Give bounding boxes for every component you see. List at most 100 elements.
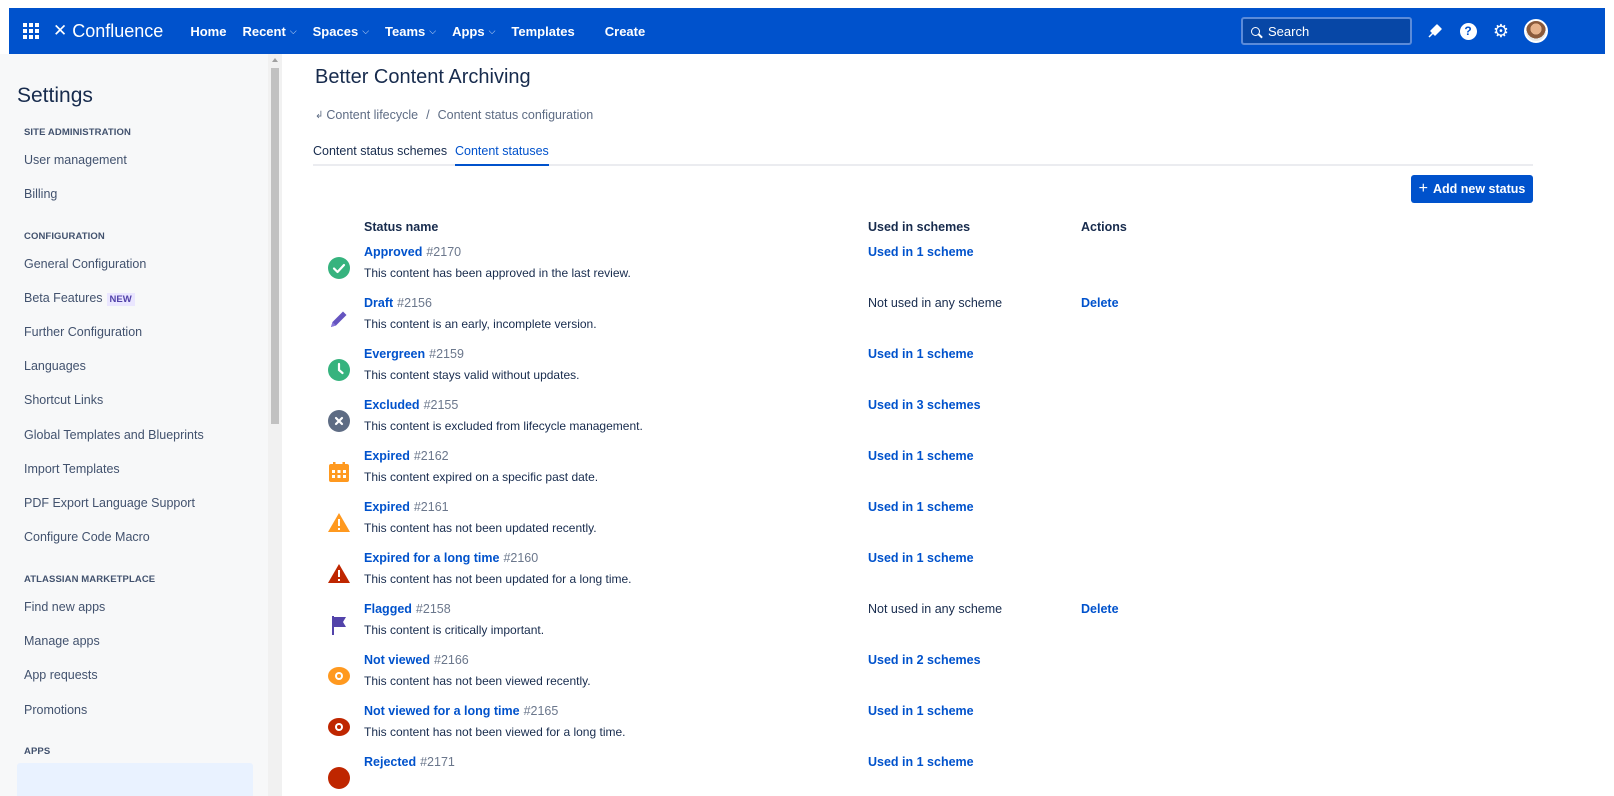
status-usage[interactable]: Used in 1 scheme (868, 755, 974, 769)
create-button[interactable]: Create (605, 24, 645, 39)
status-row: Expired for a long time #2160 This content… (312, 551, 1542, 602)
status-name-link[interactable]: Expired (364, 500, 410, 514)
status-description: This content is critically important. (364, 623, 545, 637)
nav-teams[interactable]: Teams ⌵ (385, 24, 436, 39)
notifications-icon[interactable] (1423, 19, 1447, 43)
status-name-link[interactable]: Not viewed for a long time (364, 704, 520, 718)
sidebar-item-pdf-export-language[interactable]: PDF Export Language Support (24, 496, 195, 510)
status-row: Not viewed #2166 This content has not been… (312, 653, 1542, 704)
status-row: Excluded #2155 This content is excluded fr… (312, 398, 1542, 449)
sidebar-item-user-management[interactable]: User management (24, 153, 127, 167)
primary-nav: Home Recent ⌵ Spaces ⌵ Teams ⌵ Apps ⌵ Templa… (190, 24, 661, 39)
status-description: This content has not been viewed recentl… (364, 674, 591, 688)
status-row: Expired #2162 This content expired on a sp… (312, 449, 1542, 500)
not-viewed-eye-icon (327, 664, 351, 688)
flag-icon (327, 613, 351, 637)
sidebar-item-general-configuration[interactable]: General Configuration (24, 257, 146, 271)
delete-status-button[interactable]: Delete (1081, 296, 1119, 310)
sidebar-item-selected[interactable] (17, 763, 253, 796)
status-description: This content is excluded from lifecycle … (364, 419, 643, 433)
status-description: This content has not been updated recent… (364, 521, 597, 535)
search-placeholder: Search (1268, 23, 1310, 39)
sidebar-item-languages[interactable]: Languages (24, 359, 86, 373)
sidebar-item-configure-code-macro[interactable]: Configure Code Macro (24, 530, 150, 544)
tab-content-status-schemes[interactable]: Content status schemes (313, 144, 447, 164)
breadcrumb-content-status-configuration[interactable]: Content status configuration (438, 108, 594, 122)
sidebar-item-find-new-apps[interactable]: Find new apps (24, 600, 105, 614)
sidebar-item-further-configuration[interactable]: Further Configuration (24, 325, 142, 339)
status-id: #2170 (426, 245, 462, 259)
sidebar-item-beta-features[interactable]: Beta Features NEW (24, 291, 135, 306)
approved-check-icon (327, 256, 351, 280)
sidebar-item-shortcut-links[interactable]: Shortcut Links (24, 393, 103, 407)
expired-warning-icon (327, 511, 351, 535)
status-name-link[interactable]: Draft (364, 296, 393, 310)
status-id: #2159 (429, 347, 464, 361)
status-usage[interactable]: Used in 1 scheme (868, 551, 974, 565)
status-row: Expired #2161 This content has not been up… (312, 500, 1542, 551)
status-id: #2156 (397, 296, 432, 310)
confluence-logo[interactable]: ✕ Confluence (53, 21, 163, 42)
section-apps: APPS (24, 746, 51, 757)
nav-recent[interactable]: Recent ⌵ (242, 24, 296, 39)
status-name-link[interactable]: Not viewed (364, 653, 430, 667)
add-new-status-label: Add new status (1432, 182, 1526, 196)
breadcrumb-separator: / (426, 108, 430, 122)
status-usage[interactable]: Used in 3 schemes (868, 398, 981, 412)
status-usage[interactable]: Used in 2 schemes (868, 653, 981, 667)
status-name-link[interactable]: Excluded (364, 398, 420, 412)
status-name: Not viewed for a long time #2165 (364, 704, 558, 718)
column-header-status-name: Status name (364, 220, 439, 234)
delete-status-button[interactable]: Delete (1081, 602, 1119, 616)
avatar[interactable] (1524, 19, 1548, 43)
section-site-administration: SITE ADMINISTRATION (24, 127, 131, 138)
status-usage[interactable]: Used in 1 scheme (868, 245, 974, 259)
not-viewed-long-eye-icon (327, 715, 351, 739)
sidebar-item-app-requests[interactable]: App requests (24, 668, 98, 682)
breadcrumb-content-lifecycle[interactable]: Content lifecycle (326, 108, 418, 122)
tab-bar: Content status schemes Content statuses (313, 144, 1533, 166)
search-input[interactable]: Search (1241, 17, 1412, 45)
sidebar-item-manage-apps[interactable]: Manage apps (24, 634, 100, 648)
help-button[interactable]: ? (1456, 19, 1480, 43)
status-name-link[interactable]: Rejected (364, 755, 416, 769)
settings-button[interactable]: ⚙ (1489, 19, 1513, 43)
status-usage[interactable]: Used in 1 scheme (868, 449, 974, 463)
nav-home[interactable]: Home (190, 24, 226, 39)
status-usage[interactable]: Used in 1 scheme (868, 347, 974, 361)
status-description: This content is an early, incomplete ver… (364, 317, 597, 331)
status-description: This content expired on a specific past … (364, 470, 599, 484)
logo-text: Confluence (72, 20, 164, 41)
status-name: Expired #2161 (364, 500, 449, 514)
status-row: Rejected #2171 Used in 1 scheme (312, 755, 1542, 796)
sidebar-item-promotions[interactable]: Promotions (24, 703, 87, 717)
settings-sidebar: Settings SITE ADMINISTRATION User manage… (0, 54, 268, 796)
status-name-link[interactable]: Evergreen (364, 347, 425, 361)
sidebar-scrollbar[interactable] (268, 54, 282, 796)
chevron-down-icon: ⌵ (429, 25, 437, 36)
scrollbar-thumb[interactable] (271, 68, 279, 424)
status-name-link[interactable]: Expired (364, 449, 410, 463)
add-new-status-button[interactable]: + Add new status (1411, 175, 1533, 203)
status-name: Evergreen #2159 (364, 347, 464, 361)
search-icon (1251, 26, 1260, 36)
draft-pencil-icon (327, 307, 351, 331)
nav-templates[interactable]: Templates (511, 24, 574, 39)
sidebar-item-global-templates[interactable]: Global Templates and Blueprints (24, 428, 204, 442)
sidebar-item-billing[interactable]: Billing (24, 187, 57, 201)
breadcrumb: ↲ Content lifecycle / Content status con… (315, 108, 593, 122)
status-usage[interactable]: Used in 1 scheme (868, 704, 974, 718)
status-name-link[interactable]: Expired for a long time (364, 551, 499, 565)
sidebar-item-import-templates[interactable]: Import Templates (24, 462, 120, 476)
nav-spaces[interactable]: Spaces ⌵ (313, 24, 369, 39)
status-usage[interactable]: Used in 1 scheme (868, 500, 974, 514)
tab-content-statuses[interactable]: Content statuses (455, 144, 549, 166)
app-switcher-icon[interactable] (23, 23, 39, 39)
status-name-link[interactable]: Approved (364, 245, 422, 259)
status-name: Rejected #2171 (364, 755, 455, 769)
status-name-link[interactable]: Flagged (364, 602, 412, 616)
nav-apps[interactable]: Apps ⌵ (452, 24, 495, 39)
scroll-up-arrow-icon[interactable] (272, 58, 278, 62)
status-name: Excluded #2155 (364, 398, 458, 412)
status-name: Flagged #2158 (364, 602, 451, 616)
